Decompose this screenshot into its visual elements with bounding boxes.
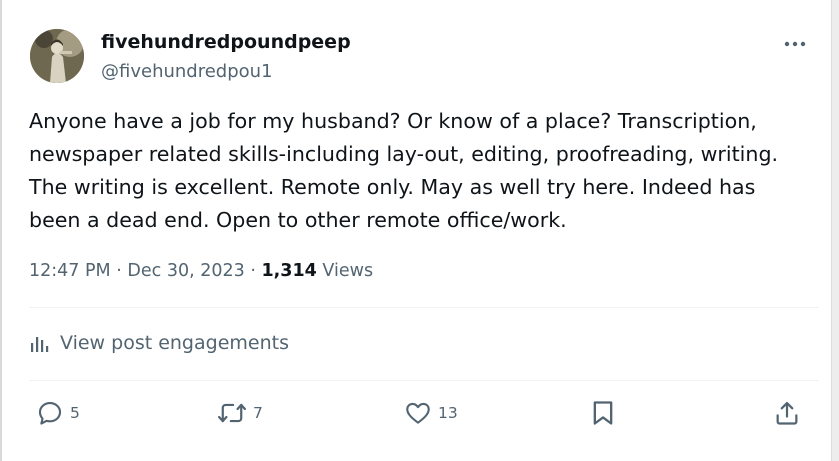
share-upload-icon xyxy=(776,401,798,425)
heart-icon xyxy=(406,402,430,424)
meta-separator: · xyxy=(250,261,256,281)
view-engagements-label: View post engagements xyxy=(60,332,289,354)
window-left-border xyxy=(0,0,2,461)
repost-arrows-icon xyxy=(217,403,247,423)
view-engagements-link[interactable]: View post engagements xyxy=(29,332,289,354)
like-count: 13 xyxy=(438,404,458,422)
avatar[interactable] xyxy=(30,29,84,83)
avatar-image xyxy=(30,29,84,83)
views-label: Views xyxy=(322,261,374,281)
reply-button[interactable]: 5 xyxy=(36,398,80,428)
meta-separator: · xyxy=(116,261,122,281)
bar-chart-icon xyxy=(31,337,49,352)
author-display-name[interactable]: fivehundredpoundpeep xyxy=(101,31,351,53)
more-options-button[interactable] xyxy=(780,30,810,58)
repost-count: 7 xyxy=(253,404,263,422)
reply-count: 5 xyxy=(70,404,80,422)
repost-button[interactable]: 7 xyxy=(217,398,263,428)
post-time[interactable]: 12:47 PM xyxy=(29,261,111,281)
author-handle[interactable]: @fivehundredpou1 xyxy=(101,61,273,82)
divider xyxy=(29,380,819,381)
more-dots-icon xyxy=(784,41,806,47)
post-text-line: been a dead end. Open to other remote of… xyxy=(29,208,567,232)
window-scrollbar[interactable] xyxy=(831,0,839,461)
divider xyxy=(29,307,819,308)
post-metadata: 12:47 PM · Dec 30, 2023 · 1,314 Views xyxy=(29,261,373,281)
post-text-line: newspaper related skills-including lay-o… xyxy=(29,142,779,166)
like-button[interactable]: 13 xyxy=(404,398,458,428)
bookmark-icon xyxy=(593,401,613,425)
post-text-line: The writing is excellent. Remote only. M… xyxy=(29,175,756,199)
post-text-line: Anyone have a job for my husband? Or kno… xyxy=(29,109,757,133)
bookmark-button[interactable] xyxy=(590,398,616,428)
views-count: 1,314 xyxy=(261,261,317,281)
post-date[interactable]: Dec 30, 2023 xyxy=(127,261,244,281)
post-text: Anyone have a job for my husband? Or kno… xyxy=(29,105,819,237)
share-button[interactable] xyxy=(773,398,801,428)
speech-bubble-icon xyxy=(38,402,62,425)
